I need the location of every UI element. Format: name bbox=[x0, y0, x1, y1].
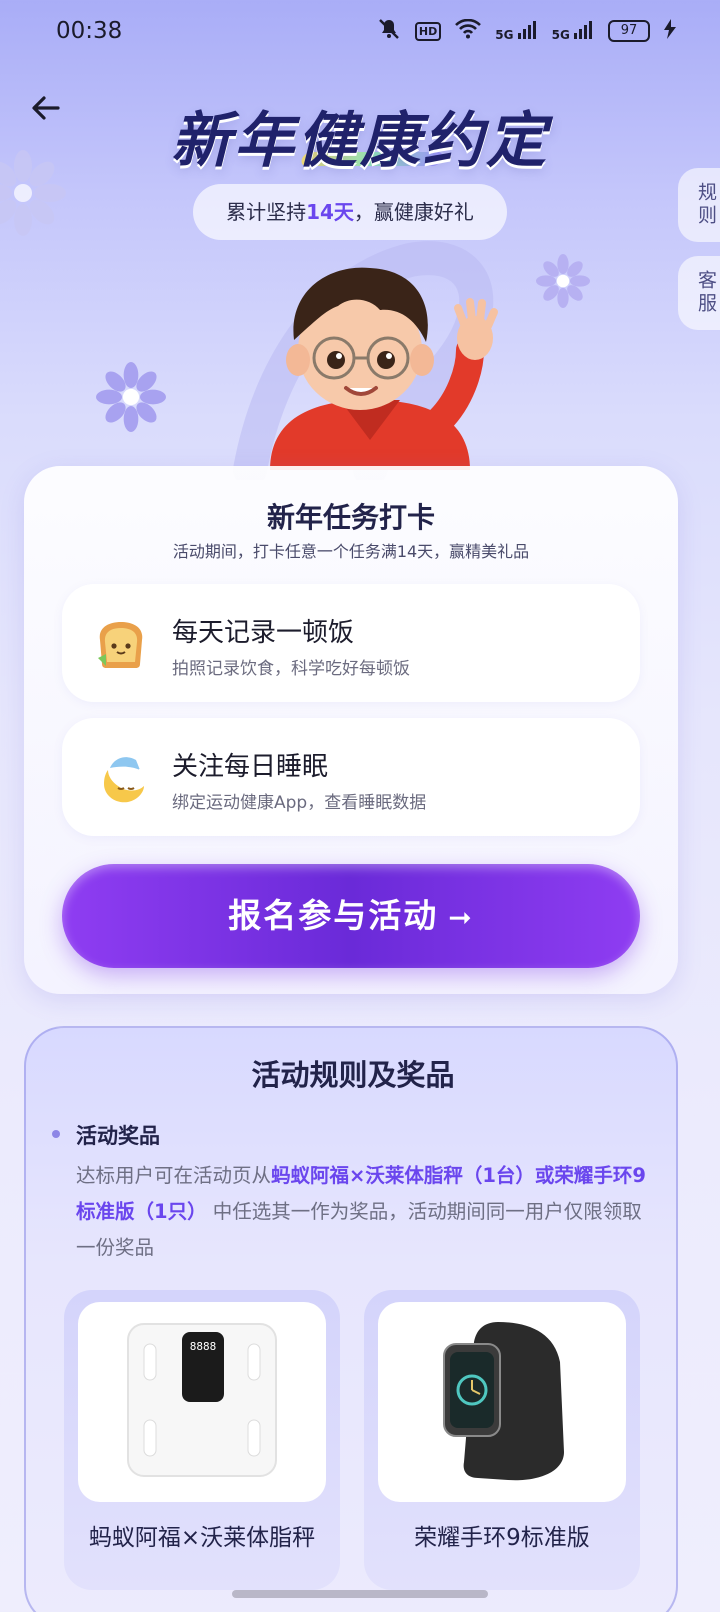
task-item-meal[interactable]: 每天记录一顿饭 拍照记录饮食，科学吃好每顿饭 bbox=[62, 584, 640, 702]
page-title: 新年健康约定 bbox=[171, 106, 549, 176]
status-bar: 00:38 HD 5G 5G 97 bbox=[0, 0, 720, 64]
rules-card: 活动规则及奖品 活动奖品 达标用户可在活动页从蚂蚁阿福×沃莱体脂秤（1台）或荣耀… bbox=[24, 1026, 678, 1612]
bullet-icon bbox=[52, 1130, 60, 1138]
scale-display-reading: 8888 bbox=[190, 1340, 217, 1353]
signal-label: 5G bbox=[495, 27, 514, 42]
task-name: 关注每日睡眠 bbox=[172, 752, 329, 782]
join-activity-button[interactable]: 报名参与活动 ➞ bbox=[62, 864, 640, 968]
moon-icon bbox=[104, 757, 146, 803]
signal-label-2: 5G bbox=[551, 27, 570, 42]
task-item-sleep[interactable]: 关注每日睡眠 绑定运动健康App，查看睡眠数据 bbox=[62, 718, 640, 836]
task-card-subtitle: 活动期间，打卡任意一个任务满14天，赢精美礼品 bbox=[172, 542, 530, 561]
status-icons: HD 5G 5G 97 bbox=[377, 18, 676, 44]
task-desc: 绑定运动健康App，查看睡眠数据 bbox=[172, 793, 427, 813]
subtitle-pill: 累计坚持14天，赢健康好礼 bbox=[193, 184, 507, 240]
rules-section-heading: 活动奖品 bbox=[76, 1124, 160, 1148]
signal-icon-2: 5G bbox=[551, 20, 594, 42]
task-name: 每天记录一顿饭 bbox=[172, 618, 355, 648]
prize-image: 8888 bbox=[78, 1302, 326, 1502]
task-card: 新年任务打卡 活动期间，打卡任意一个任务满14天，赢精美礼品 每天记录一顿饭 拍… bbox=[24, 466, 678, 994]
body-fat-scale-image: 8888 bbox=[127, 1323, 277, 1477]
prize-name: 蚂蚁阿福×沃莱体脂秤 bbox=[88, 1525, 316, 1551]
rules-tab[interactable]: 规则 bbox=[678, 168, 720, 242]
smart-band-image bbox=[443, 1322, 564, 1481]
mute-icon bbox=[377, 18, 401, 44]
home-indicator[interactable] bbox=[232, 1590, 488, 1598]
task-desc: 拍照记录饮食，科学吃好每顿饭 bbox=[172, 659, 410, 679]
prize-image bbox=[378, 1302, 626, 1502]
task-card-title: 新年任务打卡 bbox=[266, 501, 435, 534]
flower-decoration-icon bbox=[96, 362, 166, 432]
wifi-icon bbox=[455, 18, 482, 43]
prize-card-scale[interactable]: 8888 蚂蚁阿福×沃莱体脂秤 bbox=[64, 1290, 340, 1590]
toast-icon bbox=[98, 622, 143, 668]
charging-icon bbox=[664, 19, 676, 43]
hd-icon: HD bbox=[414, 21, 442, 41]
rules-section-body: 达标用户可在活动页从蚂蚁阿福×沃莱体脂秤（1台）或荣耀手环9标准版（1只） 中任… bbox=[76, 1158, 646, 1266]
rules-body-prefix: 达标用户可在活动页从 bbox=[76, 1164, 272, 1187]
prize-name: 荣耀手环9标准版 bbox=[414, 1525, 590, 1551]
customer-service-tab[interactable]: 客服 bbox=[678, 256, 720, 330]
subtitle-suffix: ，赢健康好礼 bbox=[353, 200, 474, 224]
rules-card-title: 活动规则及奖品 bbox=[251, 1058, 455, 1092]
status-time: 00:38 bbox=[56, 18, 123, 44]
subtitle-prefix: 累计坚持 bbox=[226, 200, 307, 224]
join-button-label: 报名参与活动 bbox=[228, 896, 439, 935]
subtitle-days: 14天 bbox=[306, 200, 354, 224]
battery-icon: 97 bbox=[608, 20, 650, 42]
arrow-right-icon: ➞ bbox=[448, 901, 474, 934]
prize-card-band[interactable]: 荣耀手环9标准版 bbox=[364, 1290, 640, 1590]
signal-icon: 5G bbox=[495, 20, 537, 42]
mascot-boy-illustration bbox=[270, 267, 498, 470]
flower-decoration-icon bbox=[536, 254, 590, 308]
